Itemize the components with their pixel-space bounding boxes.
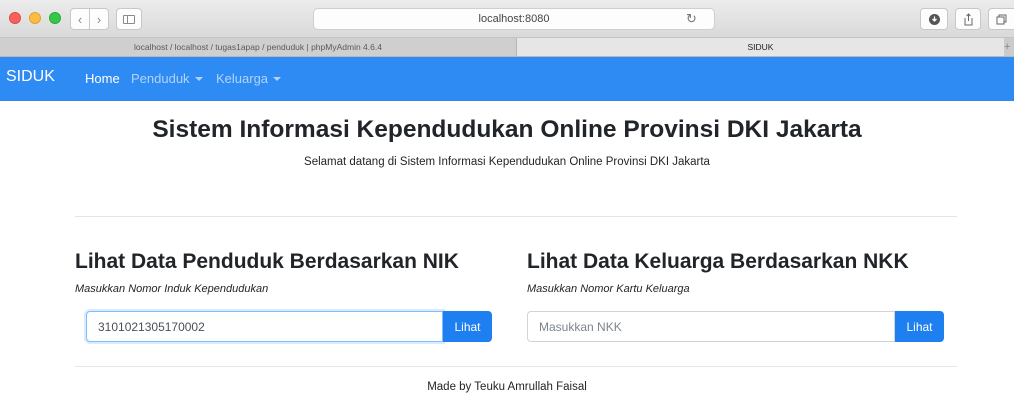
nkk-input[interactable] xyxy=(527,311,895,342)
lihat-nik-button[interactable]: Lihat xyxy=(443,311,492,342)
back-button[interactable]: ‹ xyxy=(70,8,90,30)
sidebar-icon xyxy=(123,14,135,24)
lihat-nkk-button[interactable]: Lihat xyxy=(895,311,944,342)
caret-down-icon xyxy=(194,77,203,81)
tabs-icon xyxy=(996,14,1007,24)
app-navbar: SIDUK Home Penduduk Keluarga xyxy=(0,57,1014,101)
nkk-section-hint: Masukkan Nomor Kartu Keluarga xyxy=(527,283,690,295)
zoom-window-button[interactable] xyxy=(49,12,61,24)
nik-input[interactable] xyxy=(86,311,443,342)
divider xyxy=(75,366,957,367)
browser-tabbar: localhost / localhost / tugas1apap / pen… xyxy=(0,38,1014,57)
forward-icon: › xyxy=(96,11,102,27)
nik-input-group: Lihat xyxy=(86,311,492,342)
nkk-input-group: Lihat xyxy=(527,311,944,342)
caret-down-icon xyxy=(273,77,282,81)
download-icon xyxy=(928,13,940,25)
nkk-section-title: Lihat Data Keluarga Berdasarkan NKK xyxy=(527,250,909,273)
nav-item-keluarga[interactable]: Keluarga xyxy=(216,71,282,86)
tab-phpmyadmin[interactable]: localhost / localhost / tugas1apap / pen… xyxy=(0,38,517,56)
page-title: Sistem Informasi Kependudukan Online Pro… xyxy=(152,116,862,143)
page-subtitle: Selamat datang di Sistem Informasi Kepen… xyxy=(304,156,710,168)
nav-item-penduduk[interactable]: Penduduk xyxy=(131,71,203,86)
close-window-button[interactable] xyxy=(9,12,21,24)
new-tab-button[interactable]: + xyxy=(1004,38,1014,56)
footer-credit: Made by Teuku Amrullah Faisal xyxy=(427,381,587,393)
navbar-brand[interactable]: SIDUK xyxy=(6,68,55,86)
nik-section-title: Lihat Data Penduduk Berdasarkan NIK xyxy=(75,250,459,273)
nav-item-penduduk-label: Penduduk xyxy=(131,71,190,86)
show-tabs-button[interactable] xyxy=(988,8,1014,30)
nav-item-home[interactable]: Home xyxy=(85,71,120,86)
sidebar-toggle-button[interactable] xyxy=(116,8,142,30)
address-bar[interactable]: localhost:8080 xyxy=(313,8,715,30)
nav-item-keluarga-label: Keluarga xyxy=(216,71,269,86)
share-icon xyxy=(964,12,972,25)
share-button[interactable] xyxy=(955,8,981,30)
reload-icon[interactable]: ↻ xyxy=(686,11,697,27)
nik-section-hint: Masukkan Nomor Induk Kependudukan xyxy=(75,283,269,295)
tab-siduk[interactable]: SIDUK xyxy=(517,38,1004,56)
back-icon: ‹ xyxy=(77,11,83,27)
forward-button[interactable]: › xyxy=(89,8,109,30)
divider xyxy=(75,216,957,217)
browser-titlebar: ‹ › localhost:8080 ↻ xyxy=(0,0,1014,38)
download-button[interactable] xyxy=(920,8,948,30)
minimize-window-button[interactable] xyxy=(29,12,41,24)
